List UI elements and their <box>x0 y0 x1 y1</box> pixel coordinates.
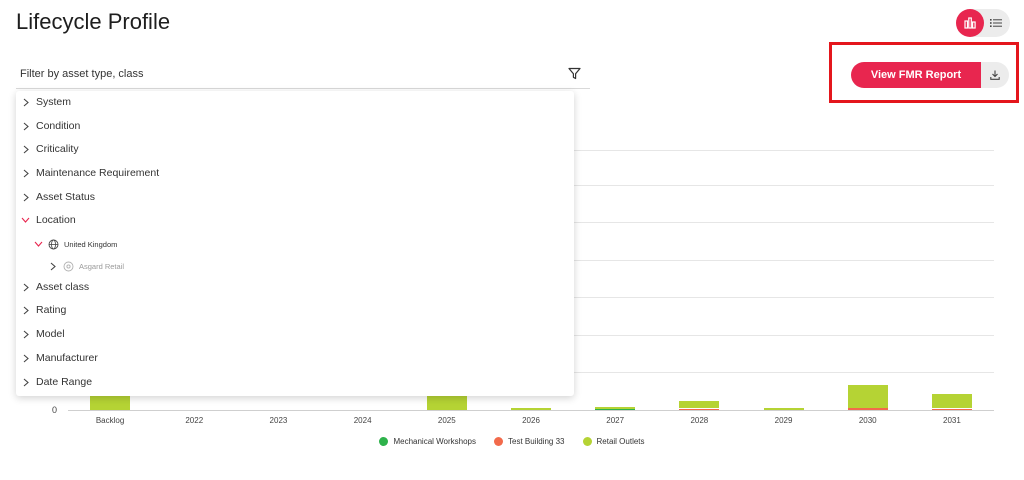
x-tick-label: 2029 <box>774 416 793 425</box>
filter-item-label: Asset Status <box>36 191 95 203</box>
y-tick-label: 0 <box>52 405 58 415</box>
x-tick-label: 2024 <box>353 416 372 425</box>
x-tick-label: 2023 <box>269 416 288 425</box>
filter-item-maintenance-requirement[interactable]: Maintenance Requirement <box>16 162 574 184</box>
bar-segment[interactable] <box>511 407 551 410</box>
legend-dot <box>379 437 389 446</box>
x-tick-label: 2031 <box>943 416 961 425</box>
bar-segment[interactable] <box>595 408 636 410</box>
x-tick-label: 2027 <box>606 416 625 425</box>
filter-item-system[interactable]: System <box>16 91 574 113</box>
filter-item-label: United Kingdom <box>64 239 118 249</box>
x-tick-label: 2025 <box>437 416 456 425</box>
filter-item-label: Rating <box>36 304 67 316</box>
filter-item-asgard-retail[interactable]: Asgard Retail <box>16 255 574 277</box>
chevron-right-icon <box>21 305 31 315</box>
chevron-right-icon <box>21 144 31 154</box>
chevron-right-icon <box>21 97 31 107</box>
chevron-down-icon <box>20 215 30 225</box>
legend-dot <box>582 437 592 446</box>
chevron-right-icon <box>21 329 31 339</box>
bar-segment[interactable] <box>679 408 720 410</box>
filter-item-united-kingdom[interactable]: United Kingdom <box>16 233 574 255</box>
filter-item-label: Date Range <box>36 376 93 388</box>
legend-item[interactable]: Mechanical Workshops <box>379 437 476 446</box>
bar-segment[interactable] <box>679 401 720 409</box>
filter-item-manufacturer[interactable]: Manufacturer <box>16 347 574 369</box>
chevron-down-icon <box>33 239 43 249</box>
filter-item-model[interactable]: Model <box>16 323 574 345</box>
x-tick-label: 2030 <box>858 416 877 425</box>
bar-segment[interactable] <box>931 393 972 409</box>
filter-item-label: Model <box>36 328 65 340</box>
filter-item-label: Asgard Retail <box>79 261 125 271</box>
filter-item-asset-class[interactable]: Asset class <box>16 276 574 298</box>
bar-segment[interactable] <box>763 407 804 410</box>
legend-item[interactable]: Retail Outlets <box>582 437 645 446</box>
legend-label: Mechanical Workshops <box>393 437 477 446</box>
filter-item-label: Asset class <box>36 281 90 293</box>
location-pin-icon <box>62 260 74 272</box>
chevron-right-icon <box>48 261 58 271</box>
legend-label: Test Building 33 <box>508 437 565 446</box>
bar-segment[interactable] <box>847 407 888 410</box>
filter-item-label: Condition <box>36 120 81 132</box>
filter-item-location[interactable]: Location <box>16 209 574 231</box>
filter-item-condition[interactable]: Condition <box>16 115 574 137</box>
x-tick-label: 2028 <box>690 416 709 425</box>
legend-dot <box>494 437 504 446</box>
filter-item-label: Maintenance Requirement <box>36 167 160 179</box>
chevron-right-icon <box>21 353 31 363</box>
x-tick-label: 2026 <box>522 416 540 425</box>
globe-icon <box>47 238 59 250</box>
bar-segment[interactable] <box>931 408 972 410</box>
bar-segment[interactable] <box>595 407 636 409</box>
chart-legend: Mechanical Workshops Test Building 33 Re… <box>0 437 1024 446</box>
legend-item[interactable]: Test Building 33 <box>494 437 565 446</box>
filter-item-criticality[interactable]: Criticality <box>16 138 574 160</box>
filter-item-asset-status[interactable]: Asset Status <box>16 186 574 208</box>
bar-segment[interactable] <box>847 385 888 408</box>
filter-item-label: Manufacturer <box>36 352 98 364</box>
filter-dropdown-panel: System Condition Criticality Maintenance… <box>16 91 574 396</box>
filter-item-label: Location <box>36 214 76 226</box>
filter-item-label: System <box>36 96 72 108</box>
chevron-right-icon <box>21 282 31 292</box>
filter-item-label: Criticality <box>36 143 79 155</box>
chevron-right-icon <box>21 192 31 202</box>
chevron-right-icon <box>21 121 31 131</box>
x-tick-label: 2022 <box>185 416 204 425</box>
x-tick-label: Backlog <box>95 416 125 425</box>
filter-item-rating[interactable]: Rating <box>16 299 574 321</box>
chevron-right-icon <box>21 168 31 178</box>
legend-label: Retail Outlets <box>596 437 645 446</box>
x-axis-line <box>68 410 994 411</box>
chevron-right-icon <box>21 377 31 387</box>
filter-item-date-range[interactable]: Date Range <box>16 371 574 393</box>
